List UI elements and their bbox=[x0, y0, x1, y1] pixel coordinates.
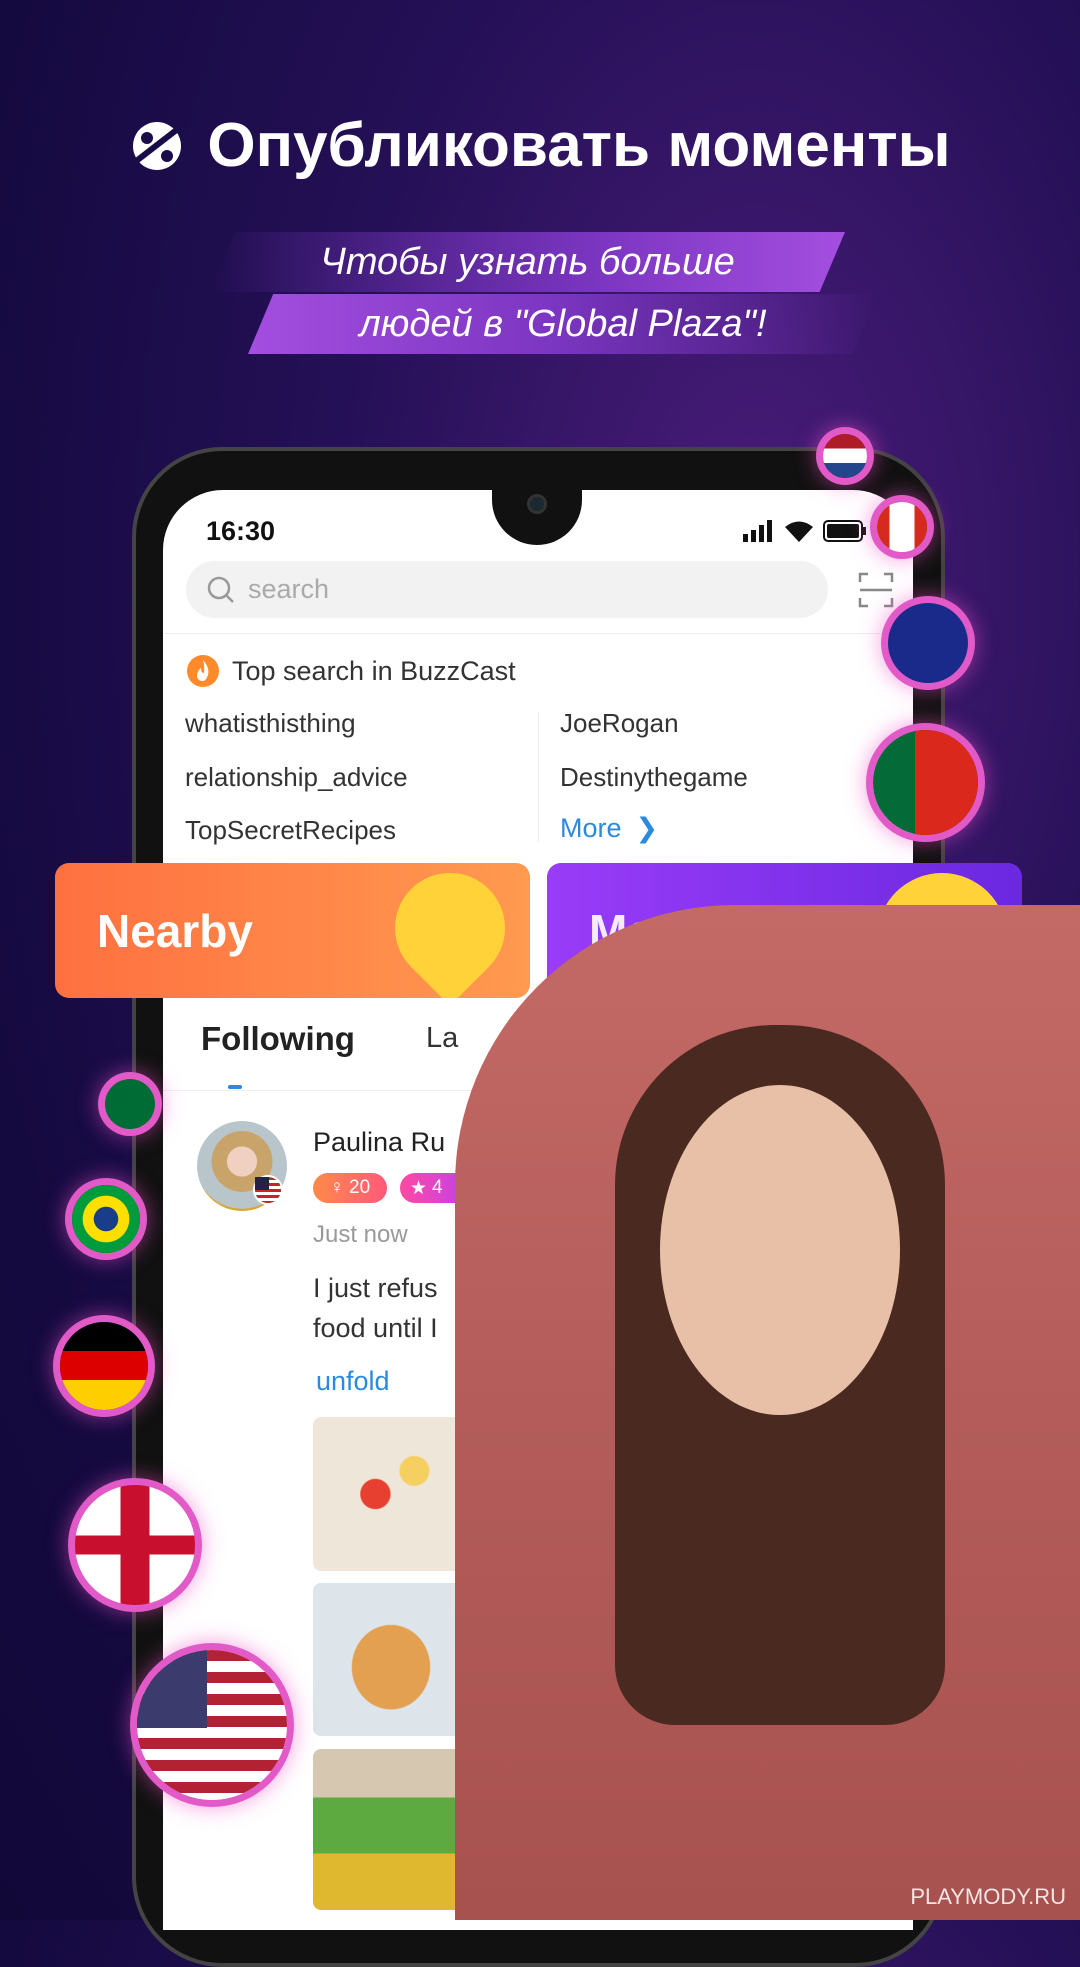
column-divider bbox=[538, 712, 539, 842]
saudi-flag-icon bbox=[105, 1079, 155, 1129]
badge-level: 4 bbox=[432, 1177, 443, 1198]
nearby-label: Nearby bbox=[97, 904, 253, 957]
watermark: PLAYMODY.RU bbox=[910, 1884, 1066, 1909]
star-icon: ★ bbox=[410, 1177, 428, 1199]
fire-icon bbox=[187, 655, 219, 687]
more-link[interactable]: More ❯ bbox=[560, 813, 658, 844]
wifi-icon bbox=[785, 521, 813, 542]
location-pin-icon bbox=[372, 863, 528, 998]
brand-name: BuzzCast bbox=[400, 655, 516, 686]
post-text-line: food until I bbox=[313, 1313, 438, 1343]
top-search-item[interactable]: relationship_advice bbox=[185, 762, 408, 793]
model-photo bbox=[455, 905, 1080, 1920]
status-icons bbox=[743, 520, 867, 542]
top-search-header: Top search in BuzzCast bbox=[186, 654, 516, 688]
post-image[interactable] bbox=[313, 1583, 469, 1736]
post-author-name[interactable]: Paulina Ru bbox=[313, 1127, 445, 1158]
germany-flag-icon bbox=[60, 1322, 148, 1410]
brazil-flag-icon bbox=[72, 1185, 140, 1253]
battery-icon bbox=[823, 520, 866, 542]
tab-latest[interactable]: La bbox=[426, 1022, 458, 1055]
scan-icon[interactable] bbox=[858, 572, 894, 608]
signal-icon bbox=[743, 520, 772, 542]
tab-indicator bbox=[228, 1085, 242, 1089]
female-icon: ♀ bbox=[329, 1177, 345, 1198]
tab-following[interactable]: Following bbox=[201, 1020, 355, 1058]
netherlands-flag-icon bbox=[823, 434, 867, 478]
post-image[interactable] bbox=[313, 1749, 469, 1910]
more-label: More bbox=[560, 813, 622, 843]
top-search-item[interactable]: TopSecretRecipes bbox=[185, 815, 396, 846]
chevron-right-icon: ❯ bbox=[635, 813, 659, 843]
australia-flag-icon bbox=[888, 603, 968, 683]
gender-age-badge: ♀ 20 bbox=[313, 1173, 387, 1203]
search-icon bbox=[207, 576, 234, 603]
search-input[interactable]: search bbox=[186, 561, 828, 618]
status-time: 16:30 bbox=[206, 516, 276, 546]
top-search-item[interactable]: whatisthisthing bbox=[185, 708, 356, 739]
page-title: Опубликовать моменты bbox=[207, 111, 951, 180]
us-flag-icon bbox=[253, 1175, 283, 1205]
search-placeholder: search bbox=[248, 574, 330, 604]
unfold-link[interactable]: unfold bbox=[316, 1366, 390, 1397]
nearby-card[interactable]: Nearby bbox=[55, 863, 530, 998]
uk-flag-icon bbox=[75, 1485, 195, 1605]
portugal-flag-icon bbox=[873, 730, 978, 835]
camera-icon bbox=[527, 494, 547, 514]
subtitle-line-2: людей в "Global Plaza"! bbox=[359, 302, 767, 345]
subtitle-banner-1: Чтобы узнать больше bbox=[210, 232, 845, 292]
divider bbox=[163, 633, 913, 634]
top-search-item[interactable]: Destinythegame bbox=[560, 762, 748, 793]
post-image[interactable] bbox=[313, 1417, 469, 1571]
canada-flag-icon bbox=[877, 502, 927, 552]
headline: Опубликовать моменты bbox=[0, 110, 1080, 181]
post-text-line: I just refus bbox=[313, 1273, 438, 1303]
top-search-item[interactable]: JoeRogan bbox=[560, 708, 679, 739]
planet-icon bbox=[133, 121, 182, 170]
post-time: Just now bbox=[313, 1221, 408, 1248]
subtitle-line-1: Чтобы узнать больше bbox=[320, 240, 735, 283]
usa-flag-icon bbox=[137, 1650, 287, 1800]
badge-age: 20 bbox=[349, 1177, 371, 1198]
subtitle-banner-2: людей в "Global Plaza"! bbox=[248, 294, 878, 354]
top-search-prefix: Top search in bbox=[232, 655, 393, 686]
